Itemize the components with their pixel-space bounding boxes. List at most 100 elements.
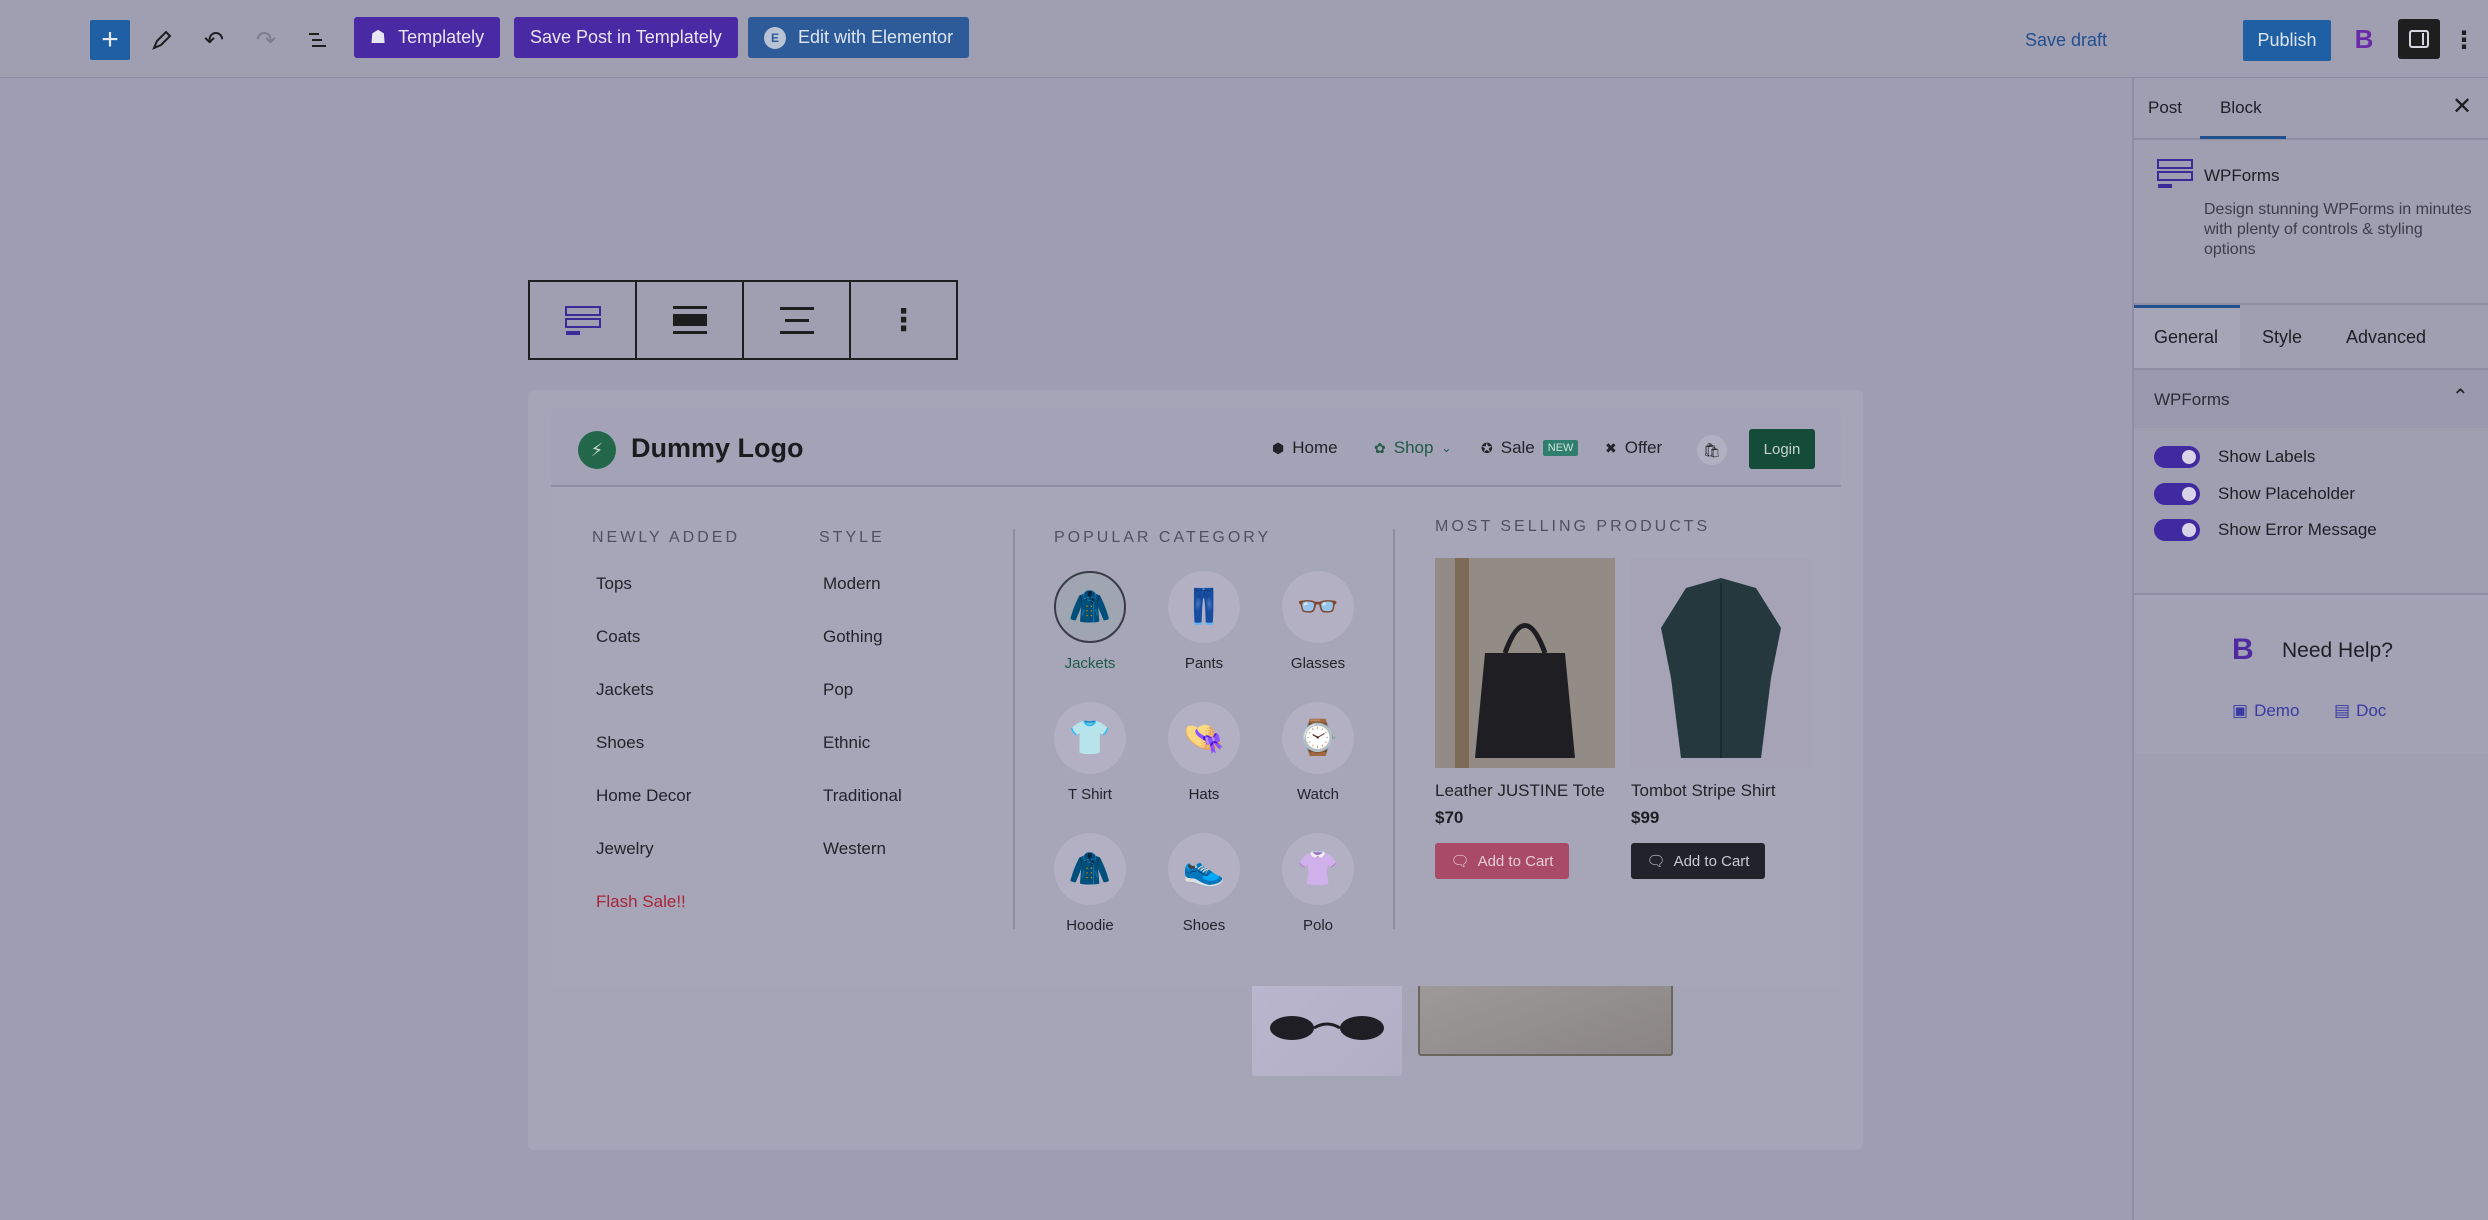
product-name[interactable]: Tombot Stripe Shirt xyxy=(1631,781,1776,801)
list-item[interactable]: Traditional xyxy=(823,786,902,839)
logo-bolt-icon: ⚡ xyxy=(578,431,616,469)
category-tshirt[interactable]: 👕 T Shirt xyxy=(1045,702,1135,803)
tab-block[interactable]: Block xyxy=(2220,98,2262,118)
list-item[interactable]: Western xyxy=(823,839,902,892)
list-item[interactable]: Home Decor xyxy=(596,786,691,839)
list-item[interactable]: Jewelry xyxy=(596,839,691,892)
category-glasses[interactable]: 👓 Glasses xyxy=(1273,571,1363,672)
settings-toggle-button[interactable] xyxy=(2398,19,2440,59)
shirt-image[interactable] xyxy=(1631,558,1811,768)
newly-added-title: NEWLY ADDED xyxy=(592,529,740,546)
add-to-cart-button[interactable]: 🗨 Add to Cart xyxy=(1435,843,1569,879)
list-item[interactable]: Ethnic xyxy=(823,733,902,786)
jacket-icon: 🧥 xyxy=(1054,571,1126,643)
add-to-cart-button[interactable]: 🗨 Add to Cart xyxy=(1631,843,1765,879)
show-error-message-toggle[interactable]: Show Error Message xyxy=(2154,519,2377,541)
list-item[interactable]: Modern xyxy=(823,574,902,627)
nav-shop[interactable]: ✿ Shop ⌄ xyxy=(1374,438,1452,458)
toggle-switch[interactable] xyxy=(2154,446,2200,468)
tab-style[interactable]: Style xyxy=(2262,327,2302,348)
category-shoes[interactable]: 👟 Shoes xyxy=(1159,833,1249,934)
show-labels-toggle[interactable]: Show Labels xyxy=(2154,446,2315,468)
templately-button[interactable]: ☗ Templately xyxy=(354,17,501,58)
sidebar-tabs: Post Block ✕ xyxy=(2134,78,2488,140)
active-tab-indicator xyxy=(2200,136,2286,139)
panel-title: WPForms xyxy=(2154,390,2230,409)
add-block-button[interactable]: + xyxy=(90,20,130,60)
document-overview-button[interactable] xyxy=(298,20,338,60)
product-name[interactable]: Leather JUSTINE Tote xyxy=(1435,781,1605,801)
list-item[interactable]: Tops xyxy=(596,574,691,627)
block-title: WPForms xyxy=(2204,166,2280,185)
nav-offer-label: Offer xyxy=(1624,438,1663,457)
cart-icon[interactable]: 🛍 xyxy=(1697,435,1727,465)
align-center-icon xyxy=(779,306,814,334)
block-options-button[interactable]: ⋮ xyxy=(851,282,956,358)
redo-icon: ↷ xyxy=(255,26,277,54)
doc-link[interactable]: ▤ Doc xyxy=(2334,701,2386,721)
nav-offer[interactable]: ✖ Offer xyxy=(1605,438,1662,458)
category-label: T Shirt xyxy=(1068,786,1112,803)
list-item[interactable]: Gothing xyxy=(823,627,902,680)
more-options-button[interactable]: ⋮ xyxy=(2452,20,2476,60)
hat-icon: 👒 xyxy=(1168,702,1240,774)
list-item[interactable]: Jackets xyxy=(596,680,691,733)
category-jackets[interactable]: 🧥 Jackets xyxy=(1045,571,1135,672)
category-polo[interactable]: 👚 Polo xyxy=(1273,833,1363,934)
login-button[interactable]: Login xyxy=(1749,429,1815,469)
list-item[interactable]: Shoes xyxy=(596,733,691,786)
category-hats[interactable]: 👒 Hats xyxy=(1159,702,1249,803)
nav-sale[interactable]: ✪ Sale NEW xyxy=(1481,438,1579,458)
category-label: Hoodie xyxy=(1066,917,1114,934)
nav-home[interactable]: ⬢ Home xyxy=(1272,438,1338,458)
show-placeholder-toggle[interactable]: Show Placeholder xyxy=(2154,483,2355,505)
align-wide-button[interactable] xyxy=(637,282,744,358)
pants-icon: 👖 xyxy=(1168,571,1240,643)
style-list: Modern Gothing Pop Ethnic Traditional We… xyxy=(823,574,902,892)
align-center-button[interactable] xyxy=(744,282,851,358)
tote-bag-image[interactable] xyxy=(1435,558,1615,768)
list-item[interactable]: Pop xyxy=(823,680,902,733)
toggle-switch[interactable] xyxy=(2154,483,2200,505)
wpforms-block-icon xyxy=(564,306,601,335)
sale-icon: ✪ xyxy=(1481,439,1493,456)
column-divider xyxy=(1013,529,1015,929)
home-icon: ⬢ xyxy=(1272,439,1285,456)
close-icon[interactable]: ✕ xyxy=(2452,92,2472,121)
tshirt-icon: 👕 xyxy=(1054,702,1126,774)
category-label: Hats xyxy=(1188,786,1220,803)
block-description: Design stunning WPForms in minutes with … xyxy=(2204,201,2472,258)
flash-sale-link[interactable]: Flash Sale!! xyxy=(596,892,691,945)
essential-blocks-icon[interactable]: B xyxy=(2346,21,2382,57)
wpforms-panel-header[interactable]: WPForms ⌃ xyxy=(2134,368,2488,428)
logo-text: Dummy Logo xyxy=(631,433,804,463)
new-badge: NEW xyxy=(1542,440,1579,456)
doc-icon: ▤ xyxy=(2334,701,2351,720)
tools-button[interactable] xyxy=(142,20,182,60)
align-wide-icon xyxy=(672,306,707,334)
category-pants[interactable]: 👖 Pants xyxy=(1159,571,1249,672)
save-draft-button[interactable]: Save draft xyxy=(2025,20,2107,60)
edit-with-elementor-button[interactable]: E Edit with Elementor xyxy=(748,17,970,58)
save-in-templately-button[interactable]: Save Post in Templately xyxy=(514,17,738,58)
tab-advanced[interactable]: Advanced xyxy=(2346,327,2426,348)
list-item[interactable]: Coats xyxy=(596,627,691,680)
tab-post[interactable]: Post xyxy=(2148,98,2182,118)
category-hoodie[interactable]: 🧥 Hoodie xyxy=(1045,833,1135,934)
mega-menu: ⚡ Dummy Logo ⬢ Home ✿ Shop ⌄ ✪ Sale NEW ✖ Offe… xyxy=(551,411,1841,986)
nav-home-label: Home xyxy=(1292,438,1338,457)
category-watch[interactable]: ⌚ Watch xyxy=(1273,702,1363,803)
demo-link[interactable]: ▣ Demo xyxy=(2232,701,2299,721)
tab-general[interactable]: General xyxy=(2154,327,2218,348)
toggle-label: Show Error Message xyxy=(2218,520,2377,539)
product-price: $99 xyxy=(1631,808,1660,827)
sidebar-icon xyxy=(2409,30,2429,48)
redo-button[interactable]: ↷ xyxy=(246,20,286,60)
undo-button[interactable]: ↶ xyxy=(194,20,234,60)
block-type-button[interactable] xyxy=(530,282,637,358)
plus-icon: + xyxy=(101,23,119,56)
category-label: Pants xyxy=(1184,655,1224,672)
toggle-switch[interactable] xyxy=(2154,519,2200,541)
publish-button[interactable]: Publish xyxy=(2243,20,2331,61)
demo-icon: ▣ xyxy=(2232,701,2249,720)
